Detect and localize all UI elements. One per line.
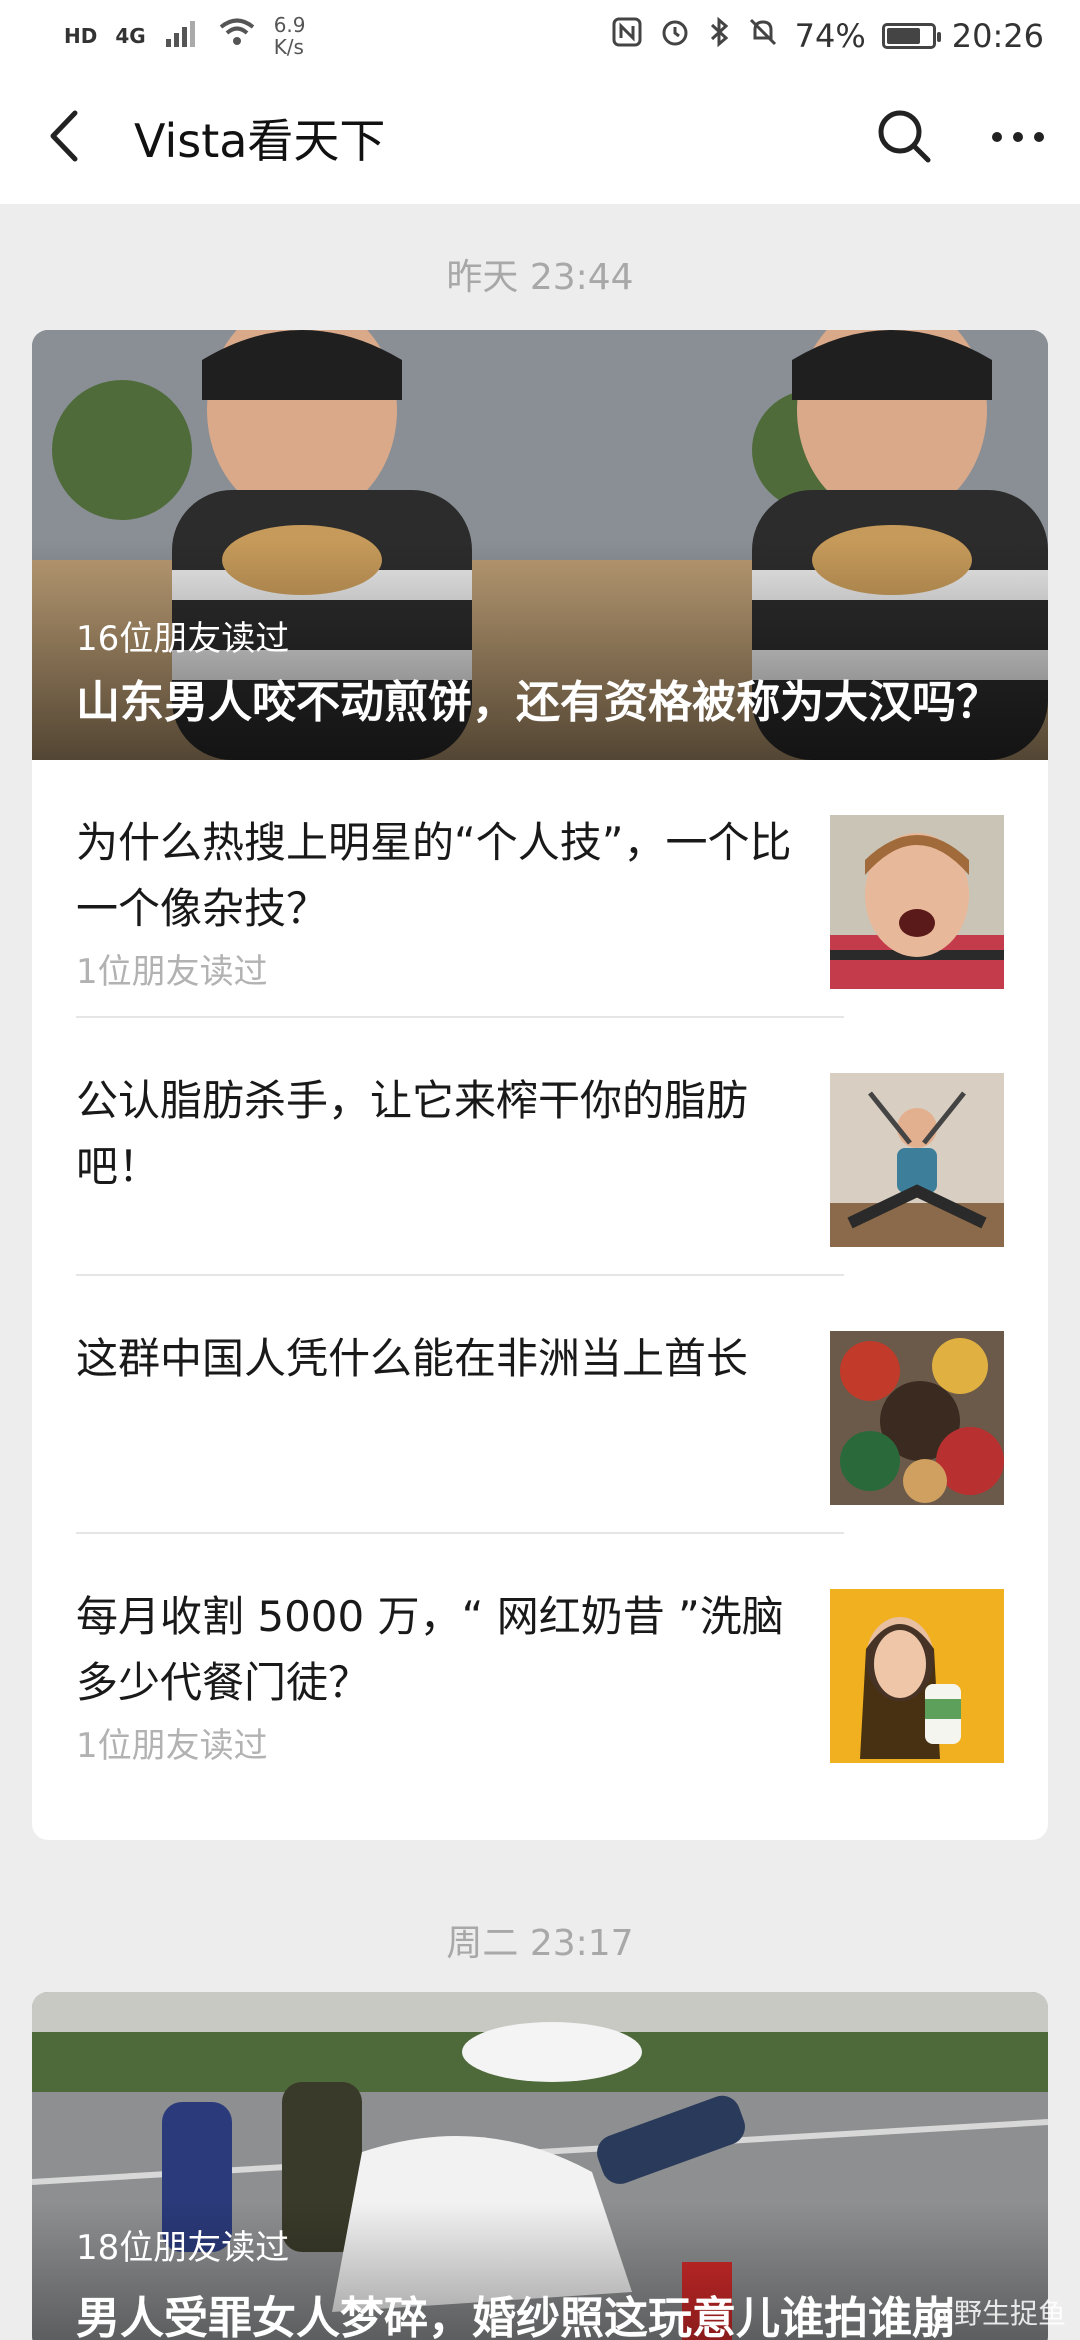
article-card: 16位朋友读过 山东男人咬不动煎饼，还有资格被称为大汉吗？ 为什么热搜上明星的“…	[32, 330, 1048, 1840]
search-button[interactable]	[872, 106, 936, 170]
article-title: 为什么热搜上明星的“个人技”，一个比一个像杂技？	[76, 818, 792, 933]
app-header: Vista看天下	[0, 72, 1080, 204]
article-text: 这群中国人凭什么能在非洲当上酋长	[76, 1326, 796, 1392]
hd-badge: HD	[64, 24, 98, 48]
feed-timestamp: 昨天 23:44	[446, 257, 634, 298]
article-thumbnail	[830, 815, 1004, 989]
more-button[interactable]	[986, 106, 1050, 170]
bluetooth-icon	[707, 16, 731, 56]
search-icon	[876, 108, 932, 168]
clock: 20:26	[951, 17, 1044, 55]
article-text: 公认脂肪杀手，让它来榨干你的脂肪吧！	[76, 1068, 796, 1200]
battery-fill	[886, 28, 920, 44]
status-right: 74% 20:26	[611, 16, 1044, 56]
article-readers: 1位朋友读过	[76, 1726, 268, 1766]
list-item[interactable]: 公认脂肪杀手，让它来榨干你的脂肪吧！	[32, 1018, 1048, 1276]
more-icon	[990, 129, 1046, 148]
hero-article[interactable]: 16位朋友读过 山东男人咬不动煎饼，还有资格被称为大汉吗？	[32, 330, 1048, 760]
net-speed-unit: K/s	[273, 35, 304, 59]
article-card: 18位朋友读过 男人受罪女人梦碎，婚纱照这玩意儿谁拍谁崩	[32, 1992, 1048, 2340]
signal-icon	[164, 17, 200, 55]
hero-article[interactable]: 18位朋友读过 男人受罪女人梦碎，婚纱照这玩意儿谁拍谁崩	[32, 1992, 1048, 2340]
article-text: 每月收割 5000 万，“ 网红奶昔 ”洗脑多少代餐门徒？ 1位朋友读过	[76, 1584, 796, 1767]
nfc-icon	[611, 16, 643, 56]
article-title: 每月收割 5000 万，“ 网红奶昔 ”洗脑多少代餐门徒？	[76, 1592, 784, 1707]
battery-icon	[881, 23, 941, 49]
hero-readers: 16位朋友读过	[76, 619, 290, 659]
article-text: 为什么热搜上明星的“个人技”，一个比一个像杂技？ 1位朋友读过	[76, 810, 796, 993]
list-item[interactable]: 为什么热搜上明星的“个人技”，一个比一个像杂技？ 1位朋友读过	[32, 760, 1048, 1018]
article-readers: 1位朋友读过	[76, 952, 268, 992]
article-thumbnail	[830, 1589, 1004, 1763]
chevron-left-icon	[47, 109, 81, 167]
back-button[interactable]	[34, 98, 94, 178]
list-item[interactable]: 每月收割 5000 万，“ 网红奶昔 ”洗脑多少代餐门徒？ 1位朋友读过	[32, 1534, 1048, 1792]
net-speed: 6.9 K/s	[274, 14, 306, 58]
mute-icon	[747, 16, 779, 56]
hero-title: 男人受罪女人梦碎，婚纱照这玩意儿谁拍谁崩	[76, 2293, 956, 2340]
wifi-icon	[218, 17, 256, 55]
watermark: @野生捉鱼	[925, 2297, 1066, 2330]
alarm-icon	[659, 16, 691, 56]
article-title: 这群中国人凭什么能在非洲当上酋长	[76, 1334, 749, 1383]
article-title: 公认脂肪杀手，让它来榨干你的脂肪吧！	[76, 1076, 749, 1191]
list-item[interactable]: 这群中国人凭什么能在非洲当上酋长	[32, 1276, 1048, 1534]
status-bar: HD 4G 6.9 K/s 74% 20:26	[0, 0, 1080, 72]
net-speed-value: 6.9	[273, 13, 306, 37]
network-badge: 4G	[115, 24, 146, 48]
status-left: HD 4G 6.9 K/s	[64, 14, 306, 58]
hero-title: 山东男人咬不动煎饼，还有资格被称为大汉吗？	[76, 677, 1000, 728]
header-actions	[872, 106, 1050, 170]
page-title: Vista看天下	[134, 114, 386, 168]
article-thumbnail	[830, 1331, 1004, 1505]
feed-timestamp: 周二 23:17	[446, 1923, 634, 1964]
battery-percent: 74%	[794, 17, 866, 55]
article-thumbnail	[830, 1073, 1004, 1247]
